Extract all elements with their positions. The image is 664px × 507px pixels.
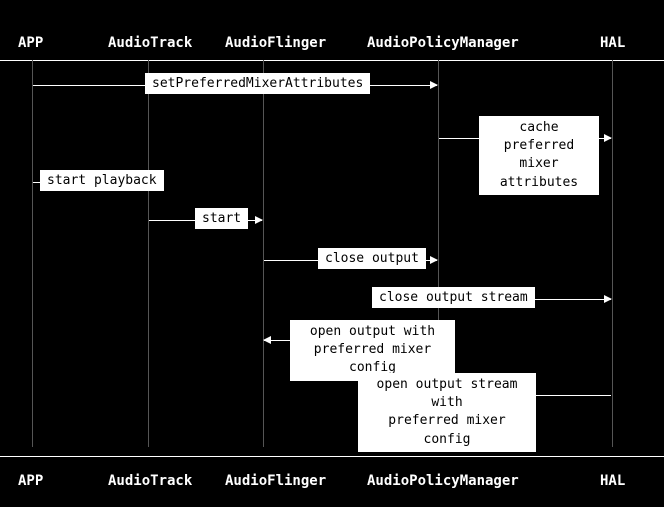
label-cache-preferred-mixer: cache preferred mixer attributes (479, 116, 599, 195)
header-audiopolicymanager-top: AudioPolicyManager (367, 35, 519, 51)
bottom-divider (0, 456, 664, 457)
label-open-output-stream: open output stream with preferred mixer … (358, 373, 536, 452)
vline-audiotrack (148, 60, 149, 447)
header-audioflinger-bottom: AudioFlinger (225, 473, 326, 489)
label-start: start (195, 208, 248, 229)
header-app-bottom: APP (18, 473, 43, 489)
header-audiotrack-top: AudioTrack (108, 35, 192, 51)
label-close-output: close output (318, 248, 426, 269)
top-divider (0, 60, 664, 61)
header-app-top: APP (18, 35, 43, 51)
vline-hal (612, 60, 613, 447)
header-audiopolicymanager-bottom: AudioPolicyManager (367, 473, 519, 489)
label-close-output-stream: close output stream (372, 287, 535, 308)
label-start-playback: start playback (40, 170, 164, 191)
header-audioflinger-top: AudioFlinger (225, 35, 326, 51)
vline-app (32, 60, 33, 447)
header-audiotrack-bottom: AudioTrack (108, 473, 192, 489)
vline-audioflinger (263, 60, 264, 447)
label-set-preferred-mixer: setPreferredMixerAttributes (145, 73, 370, 94)
label-open-output: open output with preferred mixer config (290, 320, 455, 381)
header-hal-top: HAL (600, 35, 625, 51)
header-hal-bottom: HAL (600, 473, 625, 489)
